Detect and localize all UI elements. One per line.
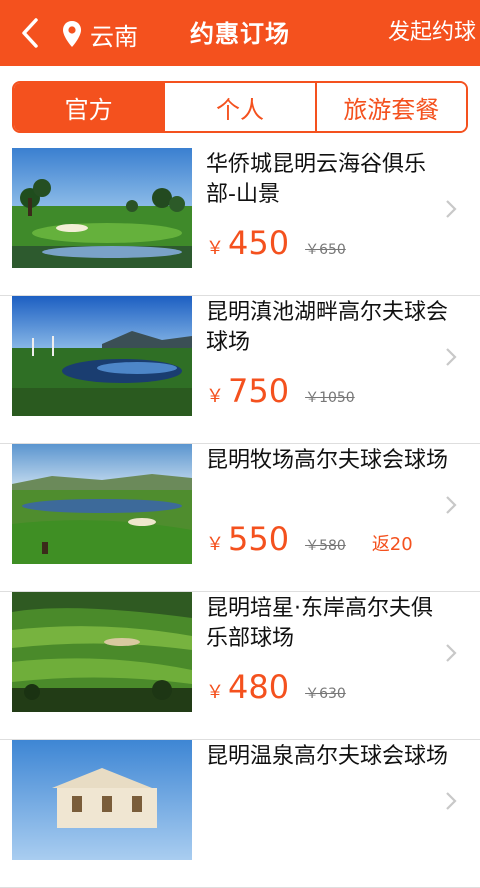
course-image (12, 148, 192, 268)
tab-official[interactable]: 官方 (14, 83, 166, 131)
list-item[interactable]: 昆明牧场高尔夫球会球场 ￥ 550 ￥580 返20 (0, 444, 480, 592)
location-label: 云南 (90, 22, 138, 51)
chevron-right-icon (446, 348, 457, 366)
original-price: ￥580 (305, 538, 346, 554)
price-row: ￥ 750 ￥1050 (206, 372, 355, 416)
current-price: 450 (228, 224, 290, 262)
course-image (12, 296, 192, 416)
location-selector[interactable]: 云南 (62, 14, 138, 54)
list-item[interactable]: 昆明培星·东岸高尔夫俱乐部球场 ￥ 480 ￥630 (0, 592, 480, 740)
tab-travel-package[interactable]: 旅游套餐 (316, 83, 466, 131)
currency-symbol: ￥ (206, 534, 224, 555)
chevron-right-icon (446, 200, 457, 218)
current-price: 550 (228, 520, 290, 558)
chevron-right-icon (446, 792, 457, 810)
course-image (12, 444, 192, 564)
current-price: 750 (228, 372, 290, 410)
category-tabs: 官方 个人 旅游套餐 (12, 81, 468, 133)
chevron-left-icon (22, 18, 38, 48)
chevron-right-icon (446, 644, 457, 662)
course-name: 华侨城昆明云海谷俱乐部-山景 (206, 152, 427, 207)
tab-personal[interactable]: 个人 (165, 83, 317, 131)
list-item[interactable]: 昆明滇池湖畔高尔夫球会球场 ￥ 750 ￥1050 (0, 296, 480, 444)
current-price: 480 (228, 668, 290, 706)
price-row: ￥ 550 ￥580 返20 (206, 520, 413, 564)
original-price: ￥1050 (305, 390, 355, 406)
list-item[interactable]: 昆明温泉高尔夫球会球场 (0, 740, 480, 888)
price-row: ￥ 480 ￥630 (206, 668, 346, 712)
currency-symbol: ￥ (206, 682, 224, 703)
course-list: 华侨城昆明云海谷俱乐部-山景 ￥ 450 ￥650 昆明滇池湖畔高尔夫球会球场 … (0, 148, 480, 888)
currency-symbol: ￥ (206, 238, 224, 259)
course-image (12, 592, 192, 712)
course-name: 昆明培星·东岸高尔夫俱乐部球场 (206, 596, 433, 651)
list-item[interactable]: 华侨城昆明云海谷俱乐部-山景 ￥ 450 ￥650 (0, 148, 480, 296)
currency-symbol: ￥ (206, 386, 224, 407)
course-image (12, 740, 192, 860)
top-bar: 云南 约惠订场 发起约球 (0, 0, 480, 66)
course-name: 昆明温泉高尔夫球会球场 (206, 744, 449, 769)
original-price: ￥650 (305, 242, 346, 258)
map-pin-icon (63, 21, 81, 47)
back-button[interactable] (10, 13, 50, 53)
chevron-right-icon (446, 496, 457, 514)
rebate-badge: 返20 (371, 534, 413, 555)
original-price: ￥630 (305, 686, 346, 702)
price-row: ￥ 450 ￥650 (206, 224, 346, 268)
start-match-button[interactable]: 发起约球 (388, 14, 476, 46)
course-name: 昆明牧场高尔夫球会球场 (206, 448, 449, 473)
course-name: 昆明滇池湖畔高尔夫球会球场 (206, 300, 449, 355)
